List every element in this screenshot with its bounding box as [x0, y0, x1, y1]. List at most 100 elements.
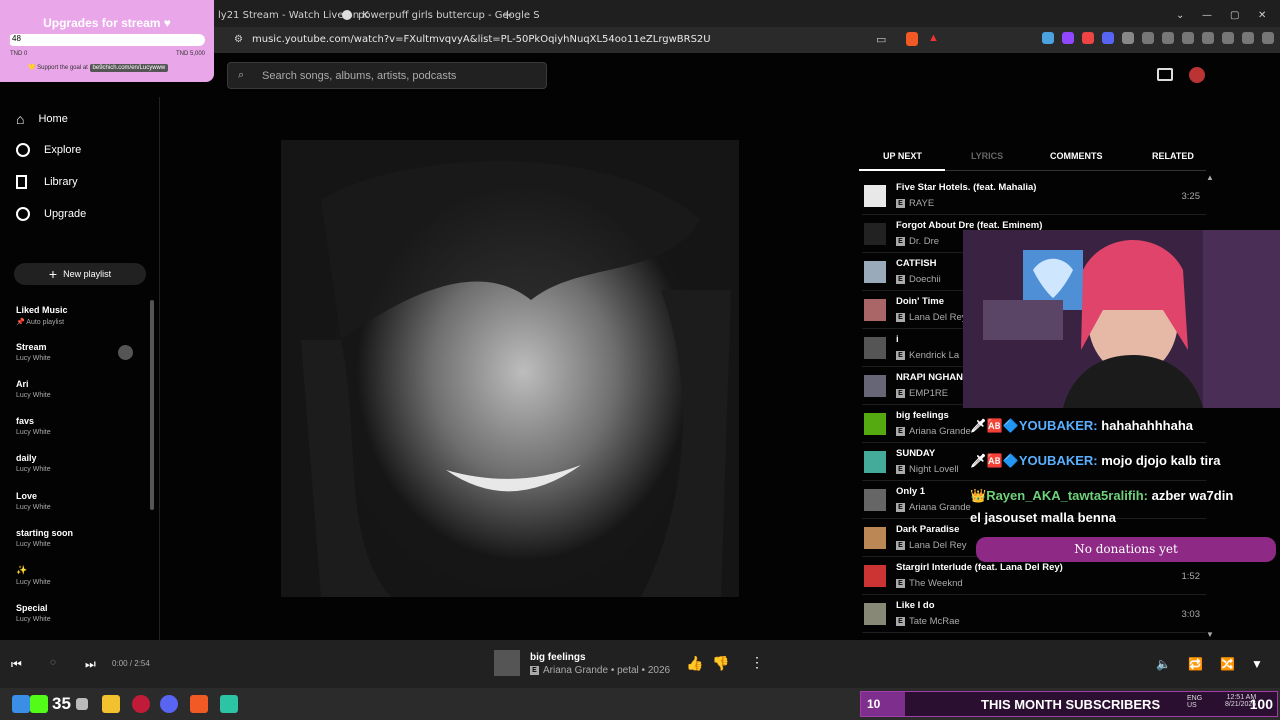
cast-icon[interactable] — [1157, 68, 1173, 81]
chat-username: Rayen_AKA_tawta5ralifih: — [986, 488, 1149, 503]
now-playing-meta-text[interactable]: Ariana Grande • petal • 2026 — [543, 665, 670, 676]
volume-icon[interactable]: 🔈 — [1156, 657, 1171, 671]
donation-banner: No donations yet — [976, 537, 1276, 562]
sidebar: ⌂ Home Explore Library Upgrade + New pla… — [0, 97, 160, 640]
repeat-icon[interactable]: 🔁 — [1188, 657, 1203, 671]
extension-icon[interactable] — [1122, 32, 1134, 44]
chat-text: hahahahhhaha — [1101, 418, 1193, 433]
track-title: Stargirl Interlude (feat. Lana Del Rey) — [896, 562, 1063, 573]
opera-icon[interactable] — [132, 695, 150, 713]
extension-icon[interactable] — [1042, 32, 1054, 44]
extension-icon[interactable] — [1062, 32, 1074, 44]
webcam-image — [963, 230, 1280, 408]
scroll-up-icon[interactable]: ▲ — [1206, 173, 1214, 182]
goal-progress-bar: 48 — [8, 34, 205, 46]
now-playing-title[interactable]: big feelings — [530, 652, 586, 663]
screen-icon[interactable]: ▭ — [876, 33, 886, 46]
playlist-item[interactable]: Ari Lucy White — [16, 379, 51, 399]
playlist-item[interactable]: daily Lucy White — [16, 453, 51, 473]
chevron-down-icon[interactable]: ⌄ — [1168, 4, 1192, 26]
lang-indicator[interactable]: ENG US — [1187, 695, 1202, 709]
brave-shield-icon[interactable] — [906, 32, 918, 46]
avatar[interactable] — [1189, 67, 1205, 83]
track-duration: 3:25 — [1181, 191, 1201, 202]
download-icon[interactable] — [1162, 32, 1174, 44]
tab-related[interactable]: RELATED — [1152, 151, 1194, 161]
playlist-item[interactable]: Special Lucy White — [16, 603, 51, 623]
chat-username: YOUBAKER: — [1018, 418, 1098, 433]
site-info-icon[interactable]: ⚙ — [234, 34, 243, 45]
explicit-icon: E — [896, 199, 905, 208]
track-thumbnail — [864, 299, 886, 321]
kick-icon[interactable] — [30, 695, 48, 713]
profile-icon[interactable] — [1222, 32, 1234, 44]
now-playing-thumbnail[interactable] — [494, 650, 520, 676]
more-options-icon[interactable]: ⋮ — [750, 654, 764, 671]
crown-icon: 👑 — [970, 488, 987, 503]
playlist-item[interactable]: Liked Music 📌 Auto playlist — [16, 305, 68, 326]
track-artist-text: Dr. Dre — [909, 236, 940, 247]
sidebar-item-library[interactable]: Library — [16, 175, 78, 189]
vpn-icon[interactable] — [1242, 32, 1254, 44]
playlist-item[interactable]: favs Lucy White — [16, 416, 51, 436]
home-icon: ⌂ — [16, 111, 25, 127]
windows-start-icon[interactable] — [12, 695, 30, 713]
extension-icon[interactable] — [1082, 32, 1094, 44]
track-artist-text: Lana Del Rey — [909, 312, 967, 323]
playlist-item[interactable]: ✨ Lucy White — [16, 565, 51, 586]
sidebar-item-upgrade[interactable]: Upgrade — [16, 207, 86, 221]
tab-up-next[interactable]: UP NEXT — [883, 151, 922, 161]
playlist-owner: Lucy White — [16, 541, 51, 548]
sidebar-item-label: Explore — [44, 144, 82, 156]
brave-icon[interactable] — [190, 695, 208, 713]
playlist-owner: Lucy White — [16, 616, 51, 623]
extension-icon[interactable] — [1102, 32, 1114, 44]
queue-item[interactable]: Like I do E Tate McRae 3:03 — [862, 595, 1206, 633]
google-icon — [342, 10, 352, 20]
playlist-item[interactable]: starting soon Lucy White — [16, 528, 73, 548]
discord-icon[interactable] — [160, 695, 178, 713]
sidebar-icon[interactable] — [1182, 32, 1194, 44]
menu-icon[interactable] — [1262, 32, 1274, 44]
track-artist: E Dr. Dre — [896, 236, 939, 247]
goal-support-line: 💛 Support the goal at be9chich.com/en/Lu… — [28, 64, 169, 72]
tab-comments[interactable]: COMMENTS — [1050, 151, 1103, 161]
next-icon[interactable]: ⏭ — [85, 657, 96, 672]
file-explorer-icon[interactable] — [102, 695, 120, 713]
track-title: i — [896, 334, 899, 345]
playlist-owner: Lucy White — [16, 392, 51, 399]
maximize-icon[interactable]: ▢ — [1222, 4, 1247, 26]
new-playlist-button[interactable]: + New playlist — [14, 263, 146, 285]
rewards-icon[interactable]: ▲ — [928, 32, 939, 44]
puzzle-icon[interactable] — [1142, 32, 1154, 44]
task-view-icon[interactable] — [76, 698, 88, 710]
track-artist-text: Doechii — [909, 274, 941, 285]
minimize-icon[interactable]: — — [1194, 4, 1220, 26]
search-box[interactable]: ⌕ Search songs, albums, artists, podcast… — [227, 62, 547, 89]
app-icon[interactable] — [220, 695, 238, 713]
expand-player-icon[interactable]: ▼ — [1251, 657, 1263, 671]
close-icon[interactable]: ✕ — [1250, 4, 1274, 26]
thumbs-up-icon[interactable]: 👍 — [686, 655, 703, 672]
search-input[interactable]: Search songs, albums, artists, podcasts — [262, 70, 456, 82]
playlist-owner: Lucy White — [16, 429, 51, 436]
tab-lyrics[interactable]: LYRICS — [971, 151, 1003, 161]
queue-item[interactable]: Stargirl Interlude (feat. Lana Del Rey) E… — [862, 557, 1206, 595]
shuffle-icon[interactable]: 🔀 — [1220, 657, 1235, 671]
scroll-down-icon[interactable]: ▼ — [1206, 630, 1214, 639]
wallet-icon[interactable] — [1202, 32, 1214, 44]
sidebar-item-home[interactable]: ⌂ Home — [16, 111, 68, 127]
thumbs-down-icon[interactable]: 👎 — [712, 655, 729, 672]
previous-icon[interactable]: ⏮ — [11, 657, 22, 672]
sidebar-item-explore[interactable]: Explore — [16, 143, 81, 157]
new-tab-button[interactable]: + — [494, 4, 521, 26]
goal-current: 48 — [12, 34, 21, 43]
url-field[interactable]: music.youtube.com/watch?v=FXultmvqvyA&li… — [252, 34, 711, 45]
sidebar-scrollbar[interactable] — [150, 300, 154, 510]
playlist-item[interactable]: Stream Lucy White — [16, 342, 51, 362]
track-title: Five Star Hotels. (feat. Mahalia) — [896, 182, 1037, 193]
explicit-icon: E — [896, 617, 905, 626]
goal-title: Upgrades for stream ♥ — [43, 16, 171, 30]
playlist-item[interactable]: Love Lucy White — [16, 491, 51, 511]
queue-item[interactable]: Five Star Hotels. (feat. Mahalia) E RAYE 3:… — [862, 177, 1206, 215]
